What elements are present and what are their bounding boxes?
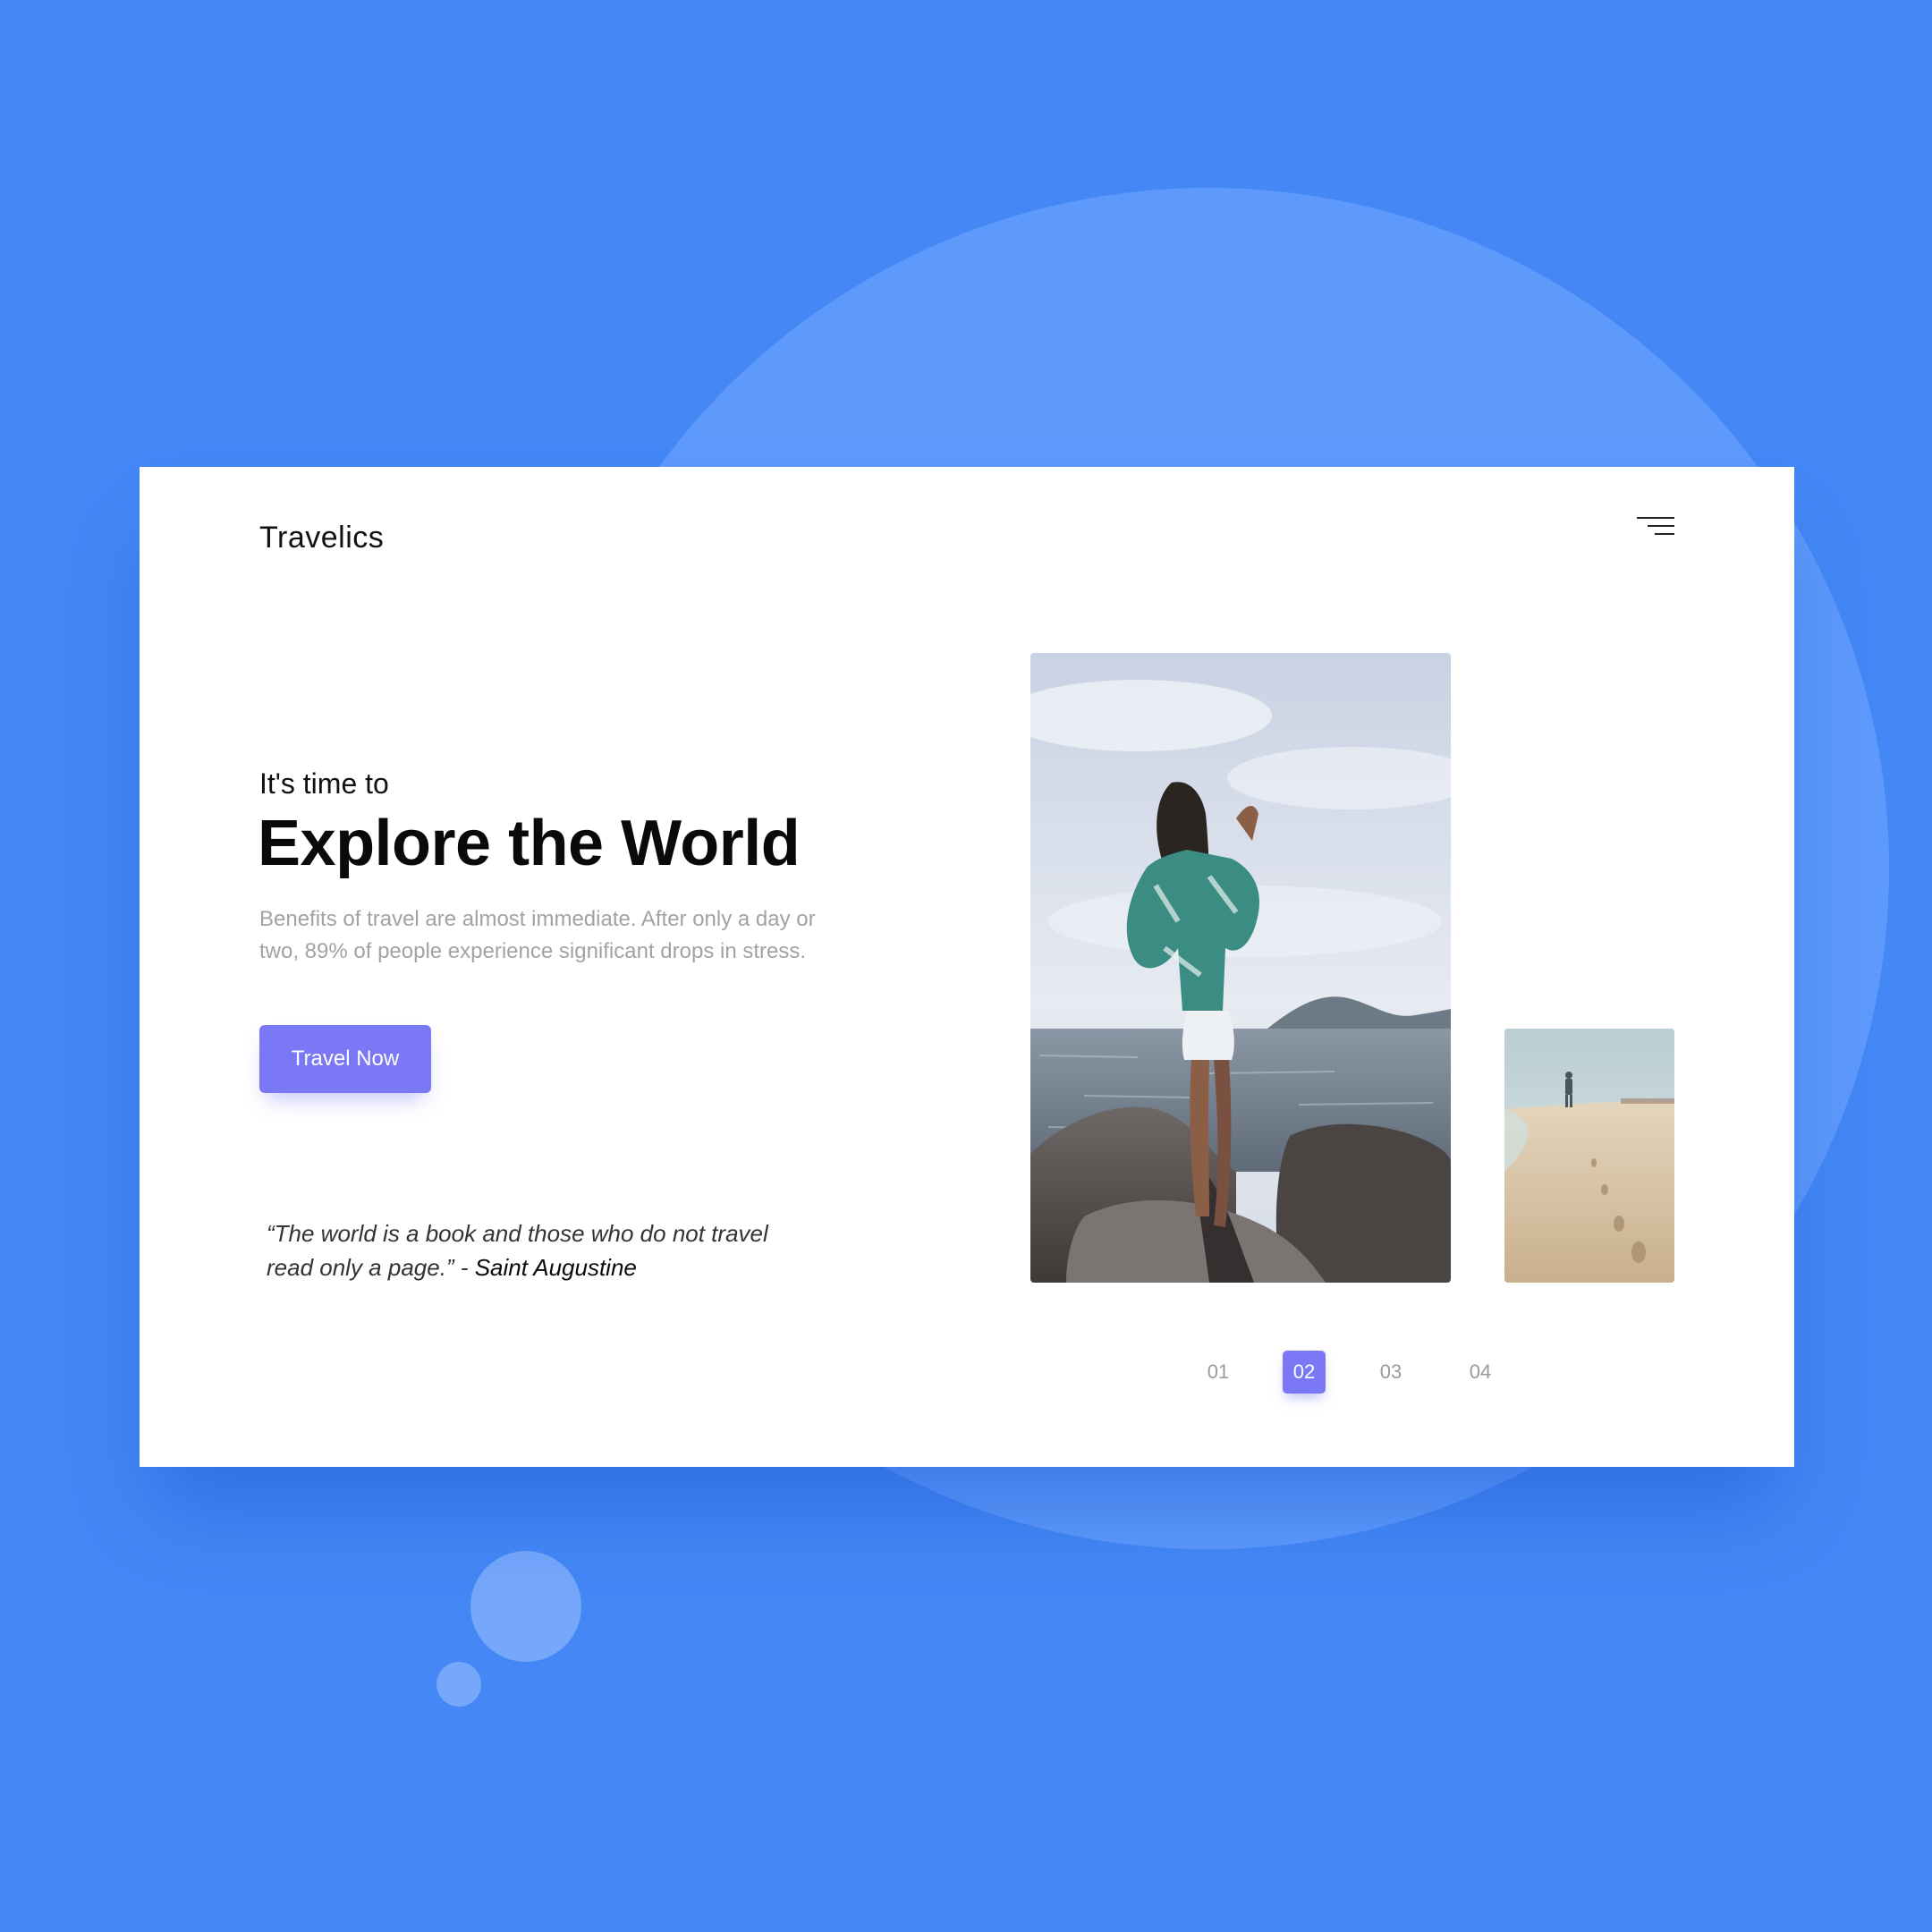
page-03[interactable]: 03	[1369, 1351, 1412, 1394]
hero-headline: Explore the World	[258, 808, 801, 879]
main-photo[interactable]	[1030, 653, 1451, 1283]
page-04[interactable]: 04	[1459, 1351, 1502, 1394]
landing-card: Travelics It's time to Explore the World…	[140, 467, 1794, 1467]
page-02-active[interactable]: 02	[1283, 1351, 1326, 1394]
brand-logo[interactable]: Travelics	[259, 521, 384, 555]
travel-now-button[interactable]: Travel Now	[259, 1025, 431, 1093]
side-photo-image	[1504, 1029, 1674, 1283]
page-01[interactable]: 01	[1197, 1351, 1240, 1394]
hamburger-menu-icon[interactable]	[1637, 515, 1674, 540]
decorative-bubble-large	[470, 1551, 581, 1662]
main-photo-image	[1030, 653, 1451, 1283]
side-photo[interactable]	[1504, 1029, 1674, 1283]
decorative-bubble-small	[436, 1662, 481, 1707]
quote: “The world is a book and those who do no…	[267, 1216, 785, 1284]
hero-kicker: It's time to	[259, 767, 389, 800]
quote-author: Saint Augustine	[474, 1254, 637, 1281]
hero-description: Benefits of travel are almost immediate.…	[259, 907, 816, 963]
